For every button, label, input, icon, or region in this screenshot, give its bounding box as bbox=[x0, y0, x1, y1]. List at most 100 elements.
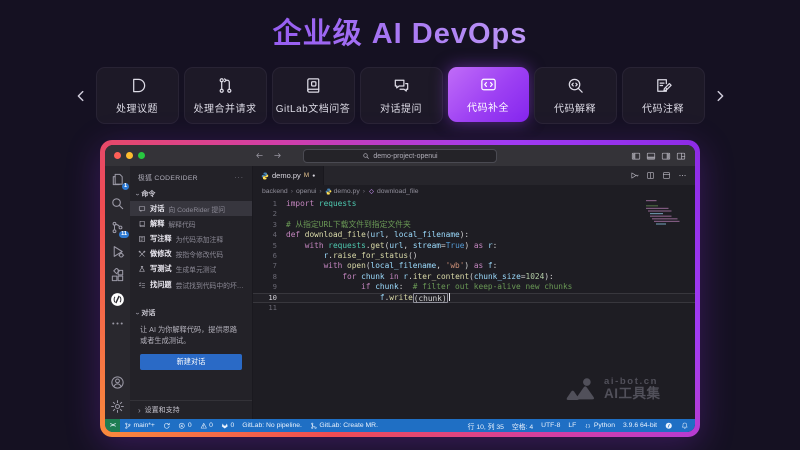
chevron-down-icon: › bbox=[134, 312, 141, 314]
status-item[interactable]: {}Python bbox=[580, 419, 619, 432]
nav-back-button[interactable] bbox=[255, 151, 264, 160]
breadcrumb-item[interactable]: backend bbox=[262, 188, 288, 195]
layout-sm-button[interactable] bbox=[662, 171, 671, 180]
feature-tab[interactable]: 对话提问 bbox=[360, 67, 443, 124]
split-button[interactable] bbox=[646, 171, 655, 180]
checklist-icon bbox=[138, 281, 146, 289]
status-item[interactable]: GitLab: No pipeline. bbox=[238, 419, 306, 432]
tab-demo-py[interactable]: demo.py M ● bbox=[253, 166, 324, 185]
sidebar-command[interactable]: 做修改按指令修改代码 bbox=[130, 247, 252, 262]
sidebar-command[interactable]: 对话向 CodeRider 提问 bbox=[130, 201, 252, 216]
new-chat-button[interactable]: 新建对话 bbox=[140, 354, 242, 370]
dirty-dot: ● bbox=[312, 173, 315, 179]
sidebar-command[interactable]: 写测试生成单元测试 bbox=[130, 262, 252, 277]
code-line: 5 with requests.get(url, stream=True) as… bbox=[253, 241, 695, 251]
code-line: 8 for chunk in r.iter_content(chunk_size… bbox=[253, 272, 695, 282]
code-line: 11 bbox=[253, 303, 695, 313]
panel-left-button[interactable] bbox=[631, 151, 641, 161]
feature-tab[interactable]: 代码解释 bbox=[534, 67, 617, 124]
status-item[interactable]: 3.9.6 64-bit bbox=[619, 419, 661, 432]
activity-files-button[interactable]: 1 bbox=[110, 172, 125, 187]
status-item[interactable]: 0 bbox=[196, 419, 217, 432]
activity-more-button[interactable] bbox=[110, 316, 125, 331]
status-item[interactable] bbox=[661, 419, 677, 432]
code-line: 7 with open(local_filename, 'wb') as f: bbox=[253, 261, 695, 271]
book-sm-icon bbox=[138, 220, 146, 228]
feature-tab[interactable]: 代码注释 bbox=[622, 67, 705, 124]
feature-tabs: 处理议题处理合并请求GitLab文档问答对话提问代码补全代码解释代码注释 bbox=[96, 67, 705, 124]
breadcrumb-item[interactable]: openui bbox=[296, 188, 316, 195]
minimap[interactable] bbox=[646, 199, 690, 233]
beaker-icon bbox=[138, 265, 146, 273]
editor-actions bbox=[630, 166, 695, 185]
ai-bot-logo-icon bbox=[565, 376, 598, 403]
command-list: 对话向 CodeRider 提问解释解释代码写注释为代码添加注释做修改按指令修改… bbox=[130, 201, 252, 292]
book-icon bbox=[304, 76, 323, 95]
python-icon bbox=[261, 172, 269, 180]
command-center-search[interactable]: demo-project-openui bbox=[303, 149, 497, 163]
status-item[interactable]: GitLab: Create MR. bbox=[306, 419, 382, 432]
status-item[interactable]: >< bbox=[105, 419, 120, 432]
tab-bar: demo.py M ● bbox=[253, 166, 695, 185]
status-item[interactable] bbox=[677, 419, 693, 432]
layout-button[interactable] bbox=[676, 151, 686, 161]
panel-right-button[interactable] bbox=[661, 151, 671, 161]
code-icon bbox=[479, 75, 498, 94]
feature-tab[interactable]: 处理合并请求 bbox=[184, 67, 267, 124]
carousel-next-button[interactable] bbox=[712, 88, 728, 104]
close-button[interactable] bbox=[114, 152, 121, 159]
status-item[interactable]: main*+ bbox=[120, 419, 159, 432]
sidebar-command[interactable]: 解释解释代码 bbox=[130, 216, 252, 231]
annotate-icon bbox=[654, 76, 673, 95]
section-chat[interactable]: › 对话 bbox=[130, 305, 252, 320]
status-item[interactable]: LF bbox=[564, 419, 580, 432]
activity-settings-button[interactable] bbox=[110, 399, 125, 414]
section-commands[interactable]: › 命令 bbox=[130, 186, 252, 201]
status-item[interactable]: 行 10, 列 35 bbox=[464, 419, 508, 432]
run-button[interactable] bbox=[630, 171, 639, 180]
status-item[interactable]: UTF-8 bbox=[537, 419, 564, 432]
activity-coderider-button[interactable] bbox=[110, 292, 125, 307]
python-icon bbox=[325, 188, 332, 195]
status-item[interactable]: 空格: 4 bbox=[508, 419, 537, 432]
status-item[interactable] bbox=[159, 419, 175, 432]
chevron-right-icon: › bbox=[138, 406, 141, 415]
search-code-icon bbox=[566, 76, 585, 95]
chat-hint: 让 AI 为你解释代码，提供思路或者生成测试。 bbox=[130, 320, 252, 348]
text-cursor bbox=[449, 293, 450, 302]
workspace-name: demo-project-openui bbox=[373, 153, 437, 160]
code-line: 1import requests bbox=[253, 199, 695, 209]
traffic-lights bbox=[114, 152, 145, 159]
braces-icon: {} bbox=[584, 422, 592, 430]
watermark-name: AI工具集 bbox=[604, 387, 661, 402]
sidebar-header: 极狐 CODERIDER ··· bbox=[130, 166, 252, 186]
sync-icon bbox=[163, 422, 171, 430]
code-line: 9 if chunk: # filter out keep-alive new … bbox=[253, 282, 695, 292]
minimize-button[interactable] bbox=[126, 152, 133, 159]
code-line: 6 r.raise_for_status() bbox=[253, 251, 695, 261]
chevron-right-icon bbox=[713, 89, 727, 103]
feature-tab[interactable]: 代码补全 bbox=[448, 67, 529, 122]
status-item[interactable]: 0 bbox=[174, 419, 195, 432]
breadcrumb-item[interactable]: demo.py bbox=[325, 188, 360, 195]
sidebar-more-button[interactable]: ··· bbox=[234, 174, 244, 181]
more-h-button[interactable] bbox=[678, 171, 687, 180]
breadcrumb-item[interactable]: download_file bbox=[368, 188, 419, 195]
status-item[interactable]: 0 bbox=[217, 419, 238, 432]
feature-tab[interactable]: GitLab文档问答 bbox=[272, 67, 355, 124]
activity-extensions-button[interactable] bbox=[110, 268, 125, 283]
sidebar-command[interactable]: 写注释为代码添加注释 bbox=[130, 231, 252, 246]
activity-search-button[interactable] bbox=[110, 196, 125, 211]
carousel-prev-button[interactable] bbox=[73, 88, 89, 104]
history-nav bbox=[255, 151, 282, 160]
sidebar-footer[interactable]: › 设置和支持 bbox=[130, 400, 252, 419]
sidebar-command[interactable]: 找问题尝试找到代码中的坏… bbox=[130, 277, 252, 292]
activity-source-control-button[interactable]: 11 bbox=[110, 220, 125, 235]
activity-account-button[interactable] bbox=[110, 375, 125, 390]
nav-forward-button[interactable] bbox=[273, 151, 282, 160]
panel-bottom-button[interactable] bbox=[646, 151, 656, 161]
feature-tab[interactable]: 处理议题 bbox=[96, 67, 179, 124]
titlebar: demo-project-openui bbox=[105, 145, 695, 166]
activity-debug-button[interactable] bbox=[110, 244, 125, 259]
zoom-button[interactable] bbox=[138, 152, 145, 159]
